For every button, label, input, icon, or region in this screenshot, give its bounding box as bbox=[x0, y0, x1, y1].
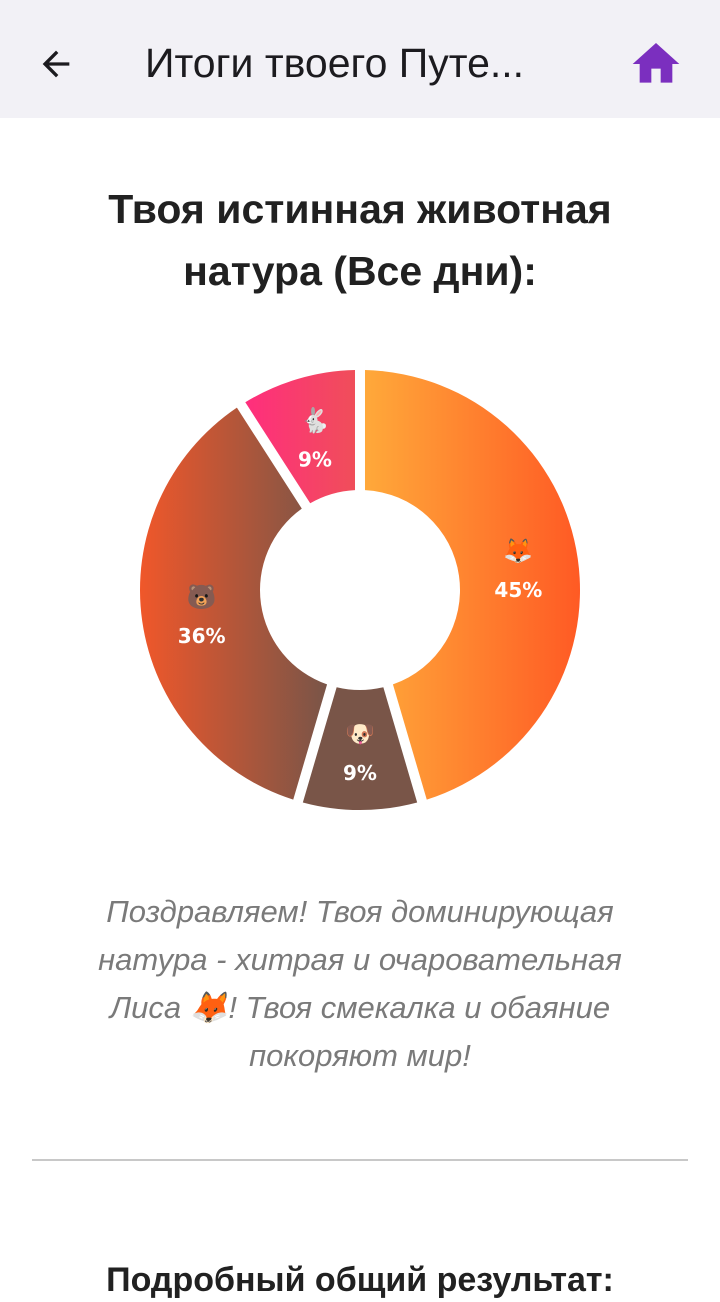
slice-percent-label: 9% bbox=[298, 447, 332, 471]
home-icon bbox=[632, 43, 680, 83]
result-heading: Твоя истинная животная натура (Все дни): bbox=[108, 186, 612, 294]
slice-percent-label: 36% bbox=[178, 624, 226, 648]
animal-nature-donut-chart: 🦊 45% 🐶 9% 🐻 36% 🐇 9% bbox=[140, 370, 580, 810]
result-message: Поздравляем! Твоя доминирующая натура - … bbox=[98, 894, 622, 1073]
detailed-result-heading: Подробный общий результат: bbox=[106, 1261, 614, 1299]
section-divider bbox=[32, 1159, 688, 1161]
slice-animal-icon: 🐻 bbox=[187, 582, 217, 611]
slice-percent-label: 45% bbox=[494, 578, 542, 602]
home-button[interactable] bbox=[626, 34, 686, 94]
page-title: Итоги твоего Путе... bbox=[145, 40, 525, 86]
slice-animal-icon: 🐇 bbox=[300, 406, 330, 434]
slice-animal-icon: 🦊 bbox=[503, 538, 533, 565]
arrow-left-icon bbox=[42, 50, 70, 78]
slice-animal-icon: 🐶 bbox=[345, 721, 375, 748]
app-bar: Итоги твоего Путе... bbox=[0, 0, 720, 118]
back-button[interactable] bbox=[26, 34, 86, 94]
slice-percent-label: 9% bbox=[343, 761, 377, 785]
